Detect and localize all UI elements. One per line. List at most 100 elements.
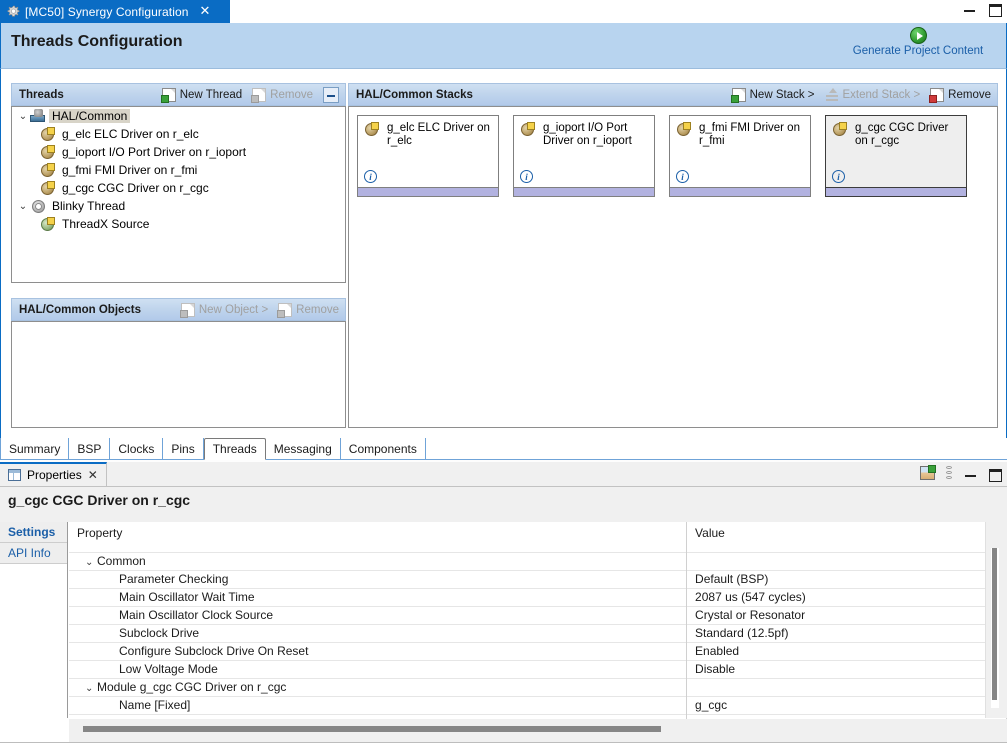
page-title: Threads Configuration — [11, 33, 183, 50]
column-header-value[interactable]: Value — [686, 522, 1007, 552]
threads-configuration-body: Threads New Thread Remove ⌄ HAL/Common g_e… — [0, 69, 1007, 438]
vertical-scrollbar-track[interactable] — [991, 548, 999, 708]
minimize-icon[interactable] — [963, 2, 976, 15]
tab-messaging[interactable]: Messaging — [265, 438, 341, 459]
horizontal-scrollbar-thumb[interactable] — [83, 726, 661, 732]
table-row[interactable]: ⌄ Module g_cgc CGC Driver on r_cgc — [69, 677, 1007, 696]
stacks-panel-header: HAL/Common Stacks New Stack > Extend Sta… — [348, 83, 998, 106]
info-icon[interactable]: i — [676, 170, 689, 183]
tab-pins[interactable]: Pins — [163, 438, 204, 459]
stacks-panel-title: HAL/Common Stacks — [356, 88, 473, 101]
table-row[interactable]: Configure Subclock Drive On Reset Enabled — [69, 641, 1007, 660]
stack-box-2[interactable]: g_fmi FMI Driver on r_fmi i — [669, 115, 811, 197]
chevron-down-icon[interactable]: ⌄ — [85, 683, 97, 694]
remove-object-button[interactable]: Remove — [277, 302, 339, 318]
tree-item-4[interactable]: g_cgc CGC Driver on r_cgc — [12, 179, 345, 197]
new-thread-button[interactable]: New Thread — [160, 87, 242, 103]
info-icon[interactable]: i — [364, 170, 377, 183]
vertical-scrollbar-thumb[interactable] — [992, 548, 997, 700]
chevron-down-icon[interactable]: ⌄ — [16, 201, 30, 212]
new-stack-icon — [730, 87, 746, 103]
tree-item-5[interactable]: ⌄ Blinky Thread — [12, 197, 345, 215]
maximize-icon[interactable] — [988, 467, 1002, 482]
side-tab-api-info[interactable]: API Info — [0, 543, 67, 564]
stack-box-3[interactable]: g_cgc CGC Driver on r_cgc i — [825, 115, 967, 197]
pin-view-icon[interactable] — [920, 465, 936, 480]
new-stack-button[interactable]: New Stack > — [730, 87, 815, 103]
module-icon — [364, 122, 379, 136]
table-row[interactable]: Main Oscillator Clock Source Crystal or R… — [69, 605, 1007, 624]
editor-tab-synergy-configuration[interactable]: [MC50] Synergy Configuration ✕ — [0, 0, 230, 23]
row-label: Configure Subclock Drive On Reset — [119, 644, 309, 658]
cell-value[interactable]: Standard (12.5pf) — [686, 623, 1007, 642]
cell-property: Low Voltage Mode — [69, 659, 688, 678]
close-icon[interactable]: ✕ — [200, 5, 211, 18]
stacks-canvas[interactable]: g_elc ELC Driver on r_elc i g_ioport I/O P… — [348, 106, 998, 428]
properties-side-tabs: Settings API Info — [0, 522, 68, 718]
side-tab-settings[interactable]: Settings — [0, 522, 67, 543]
cell-value[interactable] — [686, 677, 1007, 696]
tree-item-1[interactable]: g_elc ELC Driver on r_elc — [12, 125, 345, 143]
collapse-all-button[interactable] — [323, 86, 339, 103]
view-menu-icon[interactable] — [946, 466, 953, 480]
module-icon — [40, 163, 55, 177]
chevron-down-icon[interactable]: ⌄ — [16, 111, 30, 122]
tree-item-label: Blinky Thread — [52, 199, 126, 213]
cell-value[interactable] — [686, 551, 1007, 570]
row-label: Common — [97, 554, 146, 568]
cell-value[interactable]: Disable — [686, 659, 1007, 678]
module-icon — [676, 122, 691, 136]
column-header-property[interactable]: Property — [69, 522, 688, 552]
cell-value[interactable]: Enabled — [686, 641, 1007, 660]
tab-bsp[interactable]: BSP — [69, 438, 111, 459]
stack-box-0[interactable]: g_elc ELC Driver on r_elc i — [357, 115, 499, 197]
tab-summary[interactable]: Summary — [0, 438, 70, 459]
tree-item-2[interactable]: g_ioport I/O Port Driver on r_ioport — [12, 143, 345, 161]
close-icon[interactable]: ✕ — [88, 468, 98, 482]
gear-icon — [7, 5, 20, 18]
vertical-scrollbar[interactable] — [985, 522, 1007, 718]
info-icon[interactable]: i — [832, 170, 845, 183]
tab-clocks[interactable]: Clocks — [110, 438, 164, 459]
table-row[interactable]: Parameter Checking Default (BSP) — [69, 569, 1007, 588]
cell-value[interactable]: 2087 us (547 cycles) — [686, 587, 1007, 606]
remove-thread-button[interactable]: Remove — [251, 87, 313, 103]
properties-body: Settings API Info Property Value ⌄ Common P… — [0, 522, 1007, 743]
remove-object-label: Remove — [296, 303, 339, 316]
remove-stack-button[interactable]: Remove — [929, 87, 991, 103]
threads-tree[interactable]: ⌄ HAL/Common g_elc ELC Driver on r_elc g_io… — [11, 106, 346, 283]
table-row[interactable]: Main Oscillator Wait Time 2087 us (547 cy… — [69, 587, 1007, 606]
chevron-down-icon[interactable]: ⌄ — [85, 557, 97, 568]
info-icon[interactable]: i — [520, 170, 533, 183]
extend-stack-icon — [825, 87, 839, 102]
tree-item-6[interactable]: ThreadX Source — [12, 215, 345, 233]
cell-value[interactable]: Crystal or Resonator — [686, 605, 1007, 624]
table-row[interactable]: Subclock Drive Standard (12.5pf) — [69, 623, 1007, 642]
tab-threads[interactable]: Threads — [203, 438, 266, 460]
properties-table-wrap: Property Value ⌄ Common Parameter Checking… — [69, 522, 1007, 732]
extend-stack-label: Extend Stack > — [842, 88, 921, 101]
objects-list[interactable] — [11, 321, 346, 428]
new-object-button[interactable]: New Object > — [179, 302, 268, 318]
cell-value[interactable]: Default (BSP) — [686, 569, 1007, 588]
tree-item-0[interactable]: ⌄ HAL/Common — [12, 107, 345, 125]
stack-box-1[interactable]: g_ioport I/O Port Driver on r_ioporti — [513, 115, 655, 197]
table-row[interactable]: ⌄ Common — [69, 551, 1007, 570]
generate-project-content-button[interactable]: Generate Project Content — [838, 27, 998, 57]
table-row[interactable]: Low Voltage Mode Disable — [69, 659, 1007, 678]
tree-item-3[interactable]: g_fmi FMI Driver on r_fmi — [12, 161, 345, 179]
hal-common-objects-panel: HAL/Common Objects New Object > Remove — [11, 298, 346, 428]
threads-panel-header: Threads New Thread Remove — [11, 83, 346, 106]
cell-property: Configure Subclock Drive On Reset — [69, 641, 688, 660]
window-controls — [963, 2, 1002, 17]
tab-properties[interactable]: Properties ✕ — [0, 462, 107, 486]
minimize-icon[interactable] — [964, 467, 977, 480]
cell-value[interactable]: g_cgc — [686, 695, 1007, 714]
maximize-icon[interactable] — [988, 2, 1002, 17]
table-row[interactable]: Name [Fixed] g_cgc — [69, 695, 1007, 714]
stack-box-label: g_ioport I/O Port Driver on r_ioport — [543, 122, 632, 147]
tab-components[interactable]: Components — [340, 438, 426, 459]
extend-stack-button[interactable]: Extend Stack > — [825, 87, 921, 102]
remove-stack-label: Remove — [948, 88, 991, 101]
horizontal-scrollbar[interactable] — [69, 719, 1007, 743]
